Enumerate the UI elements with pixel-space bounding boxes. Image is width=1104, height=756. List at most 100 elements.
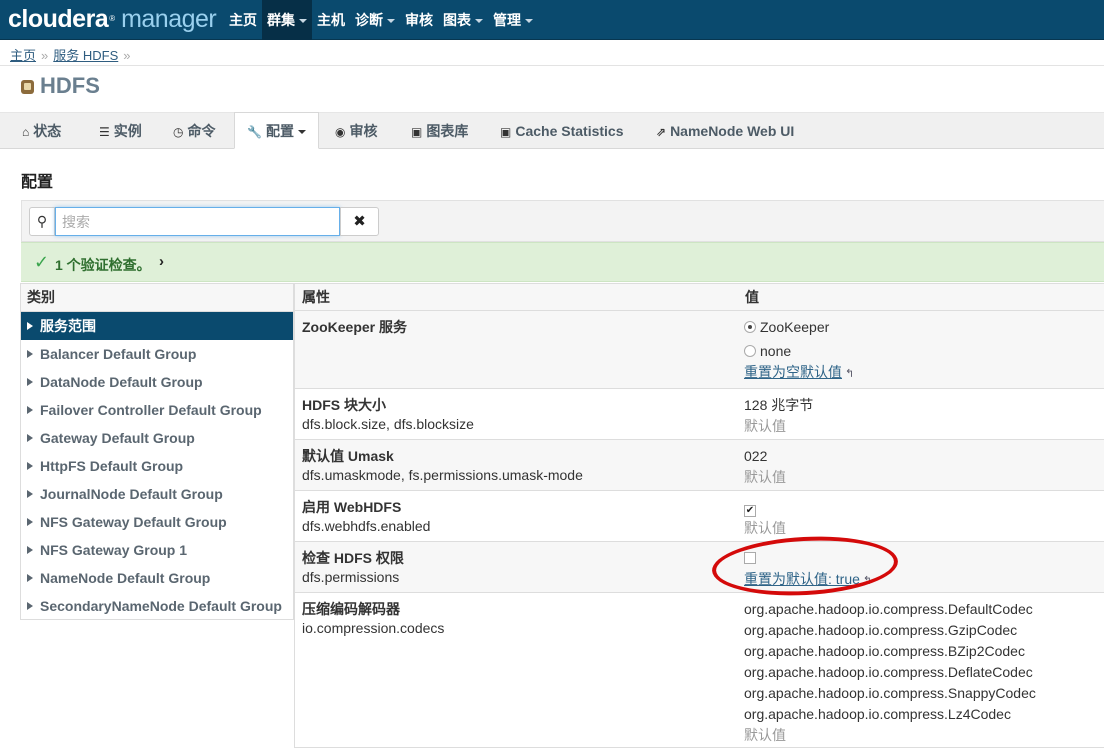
- tab-audits[interactable]: ◉审核: [335, 113, 377, 149]
- category-item-datanode[interactable]: DataNode Default Group: [21, 368, 293, 396]
- tab-configuration[interactable]: 🔧配置: [234, 112, 319, 149]
- category-item-httpfs[interactable]: HttpFS Default Group: [21, 452, 293, 480]
- radio-option-none[interactable]: none: [744, 341, 854, 362]
- category-item-namenode[interactable]: NameNode Default Group: [21, 564, 293, 592]
- chevron-right-icon: ›: [159, 253, 164, 270]
- eye-icon: ◉: [335, 114, 345, 150]
- triangle-right-icon: [27, 350, 33, 358]
- triangle-right-icon: [27, 546, 33, 554]
- cloudera-manager-logo[interactable]: cloudera® manager: [8, 3, 216, 35]
- category-item-failover-controller[interactable]: Failover Controller Default Group: [21, 396, 293, 424]
- triangle-right-icon: [27, 462, 33, 470]
- property-name: HDFS 块大小: [302, 395, 386, 415]
- list-icon: ☰: [99, 114, 110, 150]
- page-title: HDFS: [21, 72, 100, 100]
- close-icon: ✖: [353, 213, 366, 230]
- property-name: 压缩编码解码器: [302, 599, 400, 619]
- nav-item-charts[interactable]: 图表: [438, 0, 488, 40]
- codec-value[interactable]: org.apache.hadoop.io.compress.GzipCodec: [744, 620, 1036, 641]
- triangle-right-icon: [27, 322, 33, 330]
- table-row: ZooKeeper 服务 ZooKeeper none 重置为空默认值↰: [295, 311, 1104, 389]
- home-icon: ⌂: [22, 114, 29, 150]
- category-item-service-wide[interactable]: 服务范围: [21, 312, 293, 340]
- tab-namenode-web-ui[interactable]: ⇗NameNode Web UI: [656, 113, 794, 149]
- default-label: 默认值: [744, 725, 1036, 746]
- breadcrumb: 主页»服务 HDFS»: [10, 45, 136, 64]
- table-row: 压缩编码解码器 io.compression.codecs org.apache…: [295, 593, 1104, 748]
- property-table: 属性 值 ZooKeeper 服务 ZooKeeper none 重置为空默认值…: [294, 283, 1104, 748]
- nav-item-audits[interactable]: 审核: [400, 0, 438, 40]
- category-header: 类别: [21, 284, 293, 312]
- search-input[interactable]: [55, 207, 340, 236]
- chevron-down-icon: [298, 130, 306, 134]
- breadcrumb-home-link[interactable]: 主页: [10, 48, 36, 63]
- codec-value[interactable]: org.apache.hadoop.io.compress.DeflateCod…: [744, 662, 1036, 683]
- breadcrumb-service-link[interactable]: 服务 HDFS: [53, 48, 118, 63]
- nav-item-home[interactable]: 主页: [224, 0, 262, 40]
- table-row: HDFS 块大小 dfs.block.size, dfs.blocksize 1…: [295, 389, 1104, 440]
- reset-to-empty-default-link[interactable]: 重置为空默认值: [744, 364, 842, 380]
- column-header-value: 值: [745, 284, 759, 311]
- undo-icon[interactable]: ↰: [845, 364, 854, 384]
- property-value[interactable]: 128 兆字节 默认值: [744, 395, 813, 437]
- tab-charts-library[interactable]: ▣图表库: [411, 113, 468, 149]
- property-key: io.compression.codecs: [302, 620, 444, 636]
- nav-item-clusters[interactable]: 群集: [262, 0, 312, 40]
- picture-icon: ▣: [411, 114, 422, 150]
- nav-item-diagnostics[interactable]: 诊断: [350, 0, 400, 40]
- category-item-nfs-gateway-default[interactable]: NFS Gateway Default Group: [21, 508, 293, 536]
- table-row: 检查 HDFS 权限 dfs.permissions 重置为默认值: true↰: [295, 542, 1104, 593]
- hdfs-service-icon: [21, 80, 34, 94]
- codec-value[interactable]: org.apache.hadoop.io.compress.SnappyCode…: [744, 683, 1036, 704]
- property-value[interactable]: 022 默认值: [744, 446, 786, 488]
- default-label: 默认值: [744, 467, 786, 488]
- triangle-right-icon: [27, 518, 33, 526]
- triangle-right-icon: [27, 406, 33, 414]
- property-key: dfs.umaskmode, fs.permissions.umask-mode: [302, 467, 583, 483]
- chevron-down-icon: [525, 19, 533, 23]
- service-tabs: ⌂状态 ☰实例 ◷命令 🔧配置 ◉审核 ▣图表库 ▣Cache Statisti…: [0, 112, 1104, 149]
- property-name: 启用 WebHDFS: [302, 497, 401, 517]
- search-icon[interactable]: ⚲: [29, 207, 55, 236]
- radio-button[interactable]: [744, 345, 756, 357]
- triangle-right-icon: [27, 490, 33, 498]
- radio-button-selected[interactable]: [744, 321, 756, 333]
- category-item-journalnode[interactable]: JournalNode Default Group: [21, 480, 293, 508]
- external-link-icon: ⇗: [656, 114, 666, 150]
- radio-option-zookeeper[interactable]: ZooKeeper: [744, 317, 854, 338]
- column-header-property: 属性: [302, 284, 330, 311]
- clear-search-button[interactable]: ✖: [340, 207, 379, 236]
- default-label: 默认值: [744, 416, 813, 437]
- tab-commands[interactable]: ◷命令: [173, 113, 215, 149]
- divider: [0, 65, 1104, 66]
- category-item-balancer[interactable]: Balancer Default Group: [21, 340, 293, 368]
- tab-instances[interactable]: ☰实例: [99, 113, 142, 149]
- tab-status[interactable]: ⌂状态: [22, 113, 61, 149]
- property-value[interactable]: org.apache.hadoop.io.compress.DefaultCod…: [744, 599, 1036, 746]
- property-name: ZooKeeper 服务: [302, 317, 407, 337]
- table-row: 默认值 Umask dfs.umaskmode, fs.permissions.…: [295, 440, 1104, 491]
- codec-value[interactable]: org.apache.hadoop.io.compress.Lz4Codec: [744, 704, 1036, 725]
- table-header: 属性 值: [295, 283, 1104, 311]
- property-name: 检查 HDFS 权限: [302, 548, 404, 568]
- webhdfs-checkbox[interactable]: ✔: [744, 505, 756, 517]
- section-title: 配置: [21, 168, 53, 192]
- validation-text: 1 个验证检查。: [55, 255, 151, 275]
- codec-value[interactable]: org.apache.hadoop.io.compress.BZip2Codec: [744, 641, 1036, 662]
- tab-cache-statistics[interactable]: ▣Cache Statistics: [500, 113, 624, 149]
- table-row: 启用 WebHDFS dfs.webhdfs.enabled ✔ 默认值: [295, 491, 1104, 542]
- nav-item-administration[interactable]: 管理: [488, 0, 538, 40]
- property-value: ZooKeeper none 重置为空默认值↰: [744, 317, 854, 383]
- category-item-secondarynamenode[interactable]: SecondaryNameNode Default Group: [21, 592, 293, 620]
- property-key: dfs.block.size, dfs.blocksize: [302, 416, 474, 432]
- default-label: 默认值: [744, 518, 786, 539]
- search-bar: ⚲ ✖: [21, 200, 1104, 242]
- top-nav-menu: 主页 群集 主机 诊断 审核 图表 管理: [224, 0, 538, 40]
- codec-value[interactable]: org.apache.hadoop.io.compress.DefaultCod…: [744, 599, 1036, 620]
- clock-icon: ◷: [173, 114, 183, 150]
- category-item-nfs-gateway-group-1[interactable]: NFS Gateway Group 1: [21, 536, 293, 564]
- validation-bar[interactable]: ✓ 1 个验证检查。 ›: [21, 242, 1104, 282]
- nav-item-hosts[interactable]: 主机: [312, 0, 350, 40]
- property-key: dfs.permissions: [302, 569, 399, 585]
- category-item-gateway[interactable]: Gateway Default Group: [21, 424, 293, 452]
